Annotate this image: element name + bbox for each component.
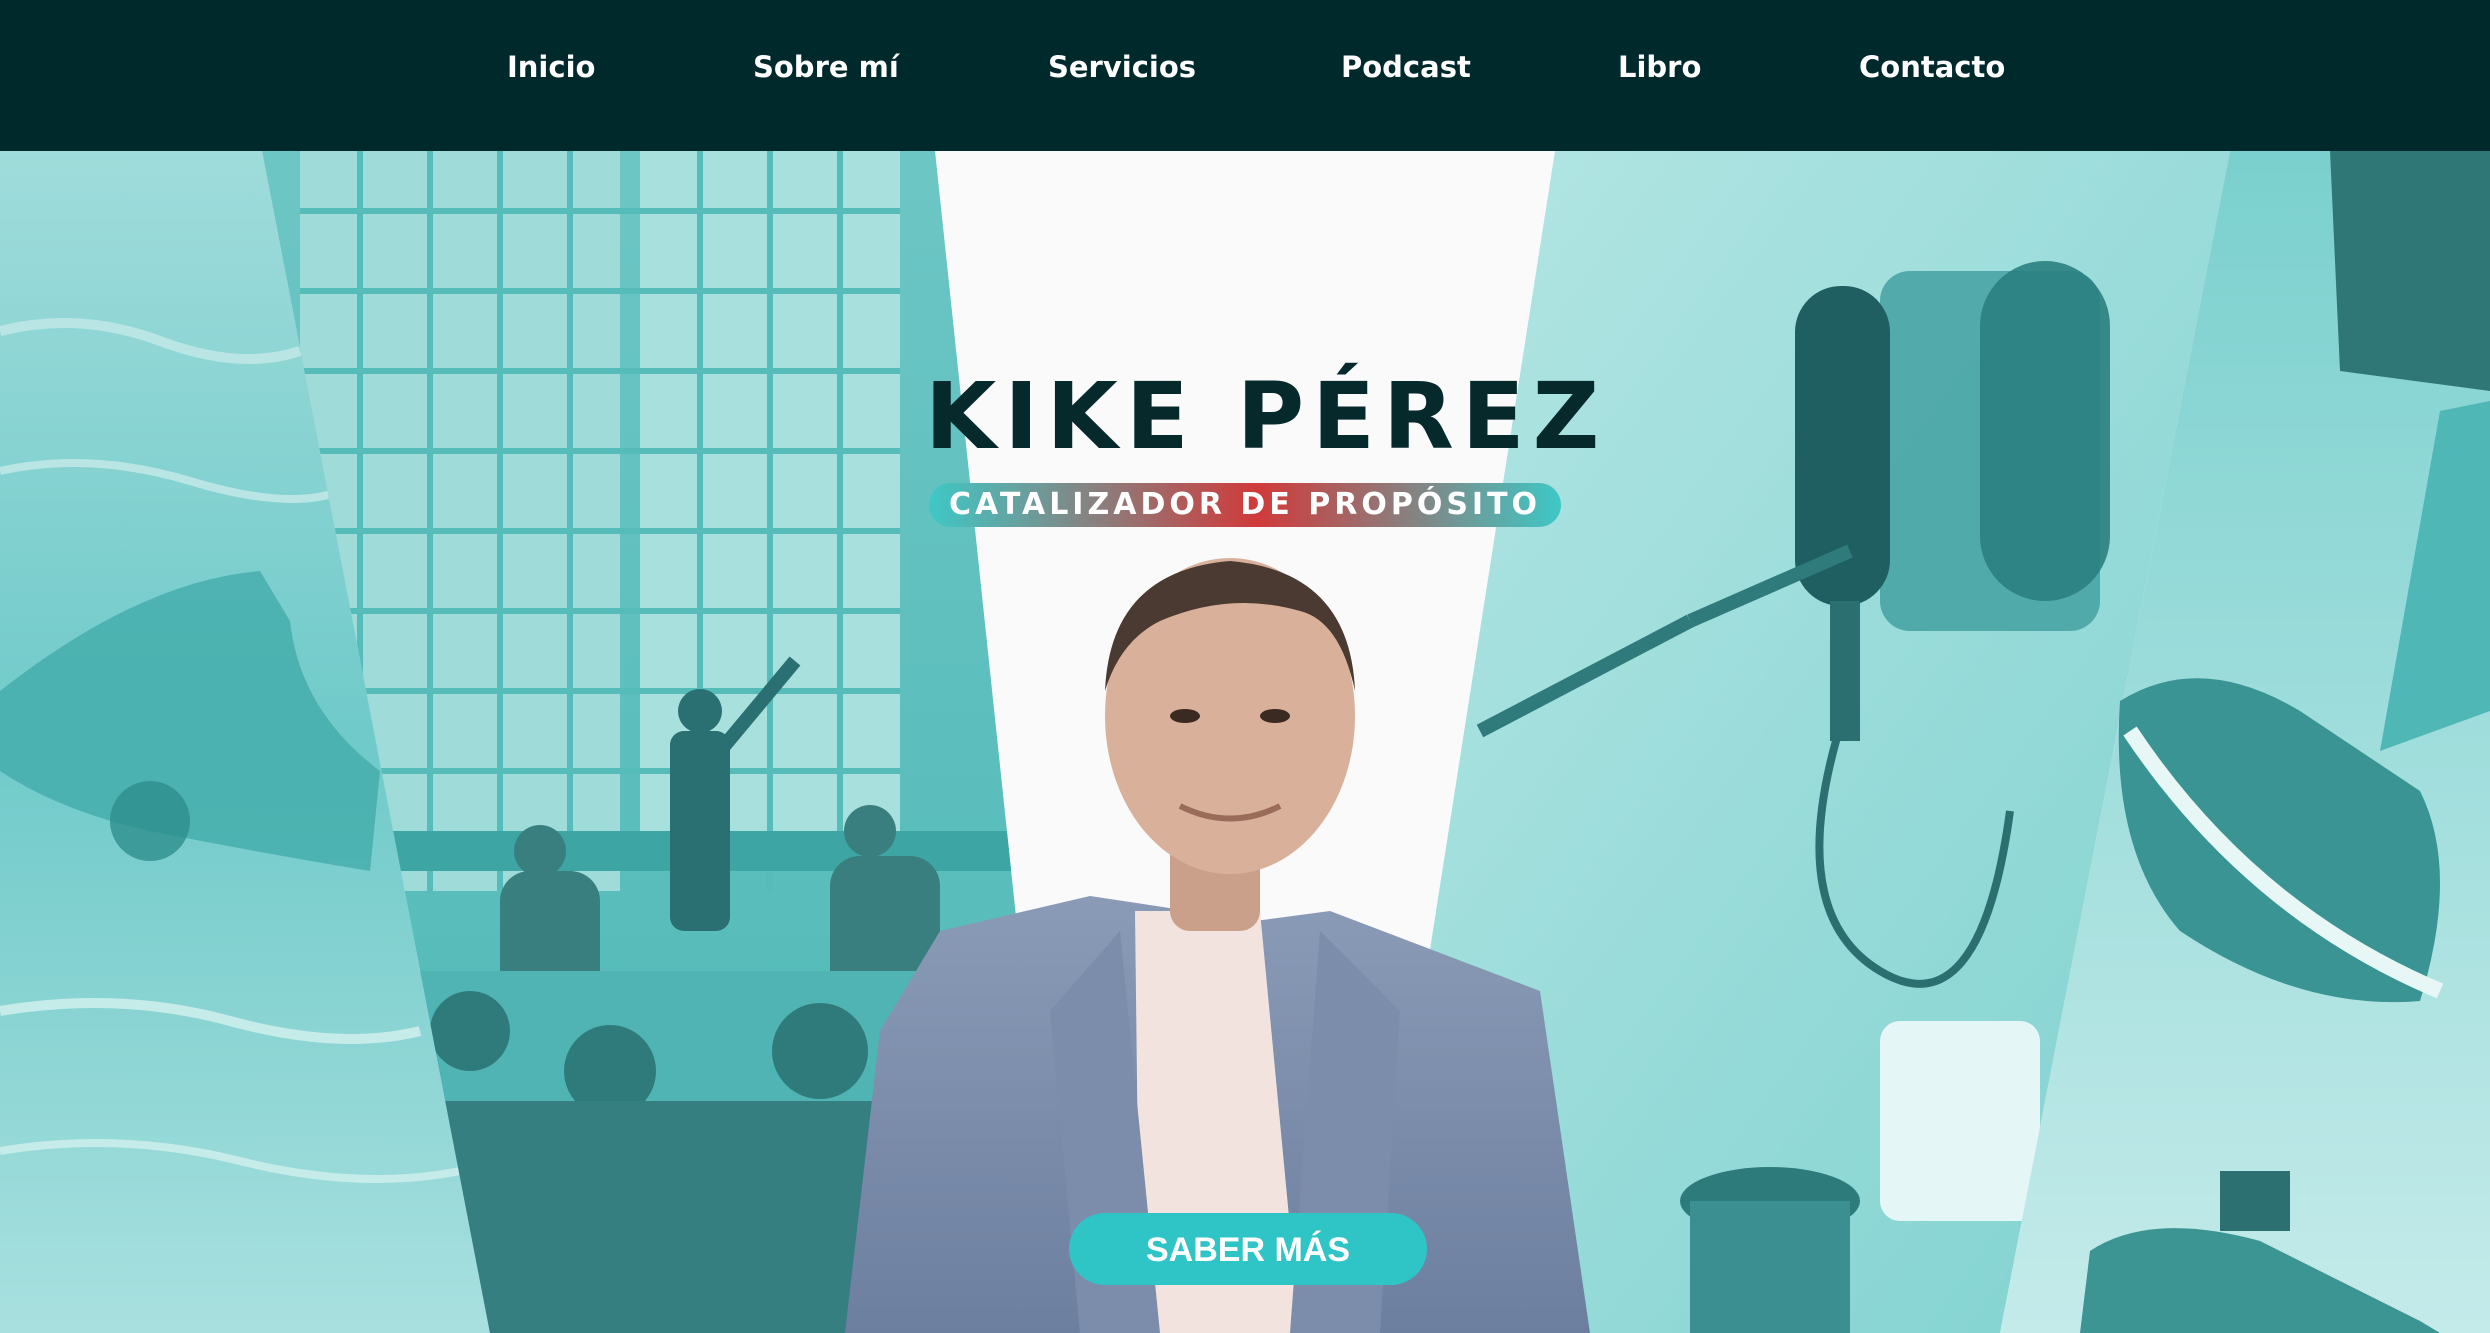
saber-mas-button[interactable]: SABER MÁS — [1069, 1213, 1427, 1285]
nav-link-podcast[interactable]: Podcast — [1341, 50, 1471, 84]
brand-name: KIKE PÉREZ — [925, 363, 1608, 470]
brand-logo: KIKE PÉREZ CATALIZADOR DE PROPÓSITO — [925, 363, 1608, 527]
nav-link-inicio[interactable]: Inicio — [507, 50, 595, 84]
hero-banner: KIKE PÉREZ CATALIZADOR DE PROPÓSITO SABE… — [0, 151, 2490, 1333]
nav-link-contacto[interactable]: Contacto — [1859, 50, 2005, 84]
top-navigation: Inicio Sobre mí Servicios Podcast Libro … — [0, 0, 2490, 151]
nav-link-sobre-mi[interactable]: Sobre mí — [753, 50, 899, 84]
brand-tagline: CATALIZADOR DE PROPÓSITO — [929, 483, 1561, 527]
nav-link-libro[interactable]: Libro — [1618, 50, 1701, 84]
nav-link-servicios[interactable]: Servicios — [1048, 50, 1196, 84]
hero-collage — [0, 151, 2490, 1333]
